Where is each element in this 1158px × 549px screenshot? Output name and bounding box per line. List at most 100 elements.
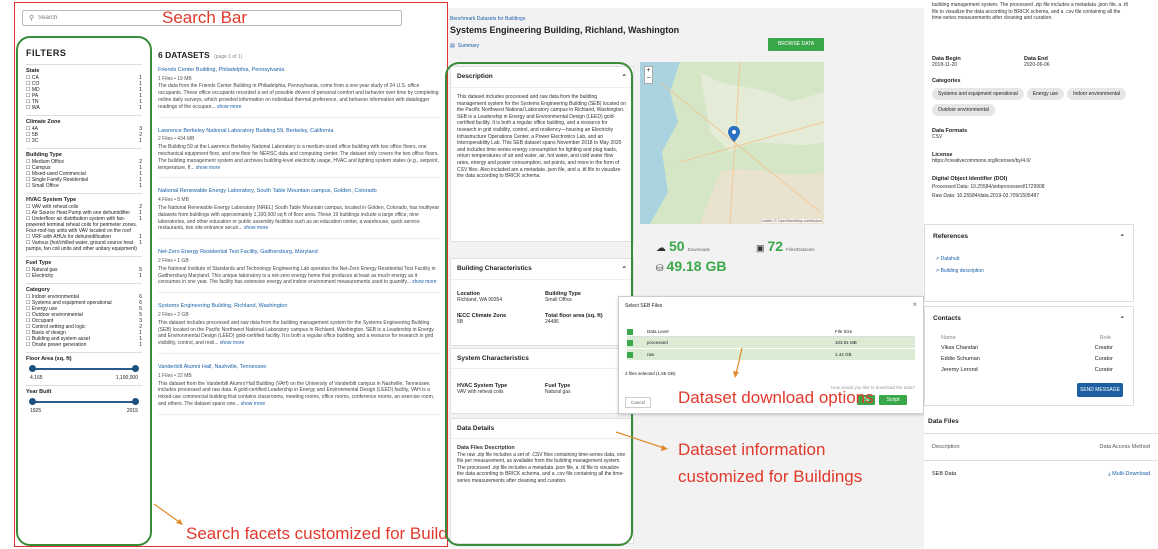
file-row[interactable]: processed 103.91 MB: [627, 337, 915, 349]
filter-group-title: HVAC System Type: [26, 197, 77, 203]
cancel-button[interactable]: Cancel: [625, 397, 652, 408]
year-built-slider[interactable]: [29, 398, 139, 406]
dataset-title-link[interactable]: Net-Zero Energy Residential Test Facilit…: [158, 249, 440, 256]
filter-option[interactable]: ☐ Various (hot/chilled water, ground sou…: [26, 240, 142, 252]
filter-floor-area: Floor Area (sq. ft) 4,165 1,100,000: [26, 352, 142, 381]
slider-max-handle[interactable]: [132, 398, 139, 405]
filter-option-count: 1: [139, 216, 142, 222]
browse-data-button[interactable]: BROWSE DATA: [768, 38, 824, 51]
slider-min-handle[interactable]: [29, 365, 36, 372]
dataset-meta: 4 Files • 8 MB: [158, 197, 189, 204]
doi-raw[interactable]: Raw Data: 10.25584/data.2019-03.709/1505…: [932, 193, 1045, 199]
floor-area-max: 1,100,000: [115, 375, 138, 381]
dataset-title-link[interactable]: Systems Engineering Building, Richland, …: [158, 303, 440, 310]
ref-datahub-link[interactable]: ↗ Datahub: [935, 253, 1123, 265]
file-row[interactable]: raw 1.44 GB: [627, 349, 915, 361]
filter-option-text: Small Office: [31, 183, 59, 189]
file-icon: ▣: [756, 243, 765, 253]
dataset-card: Net-Zero Energy Residential Test Facilit…: [158, 249, 440, 294]
ref-building-description-link[interactable]: ↗ Building description: [935, 265, 1123, 277]
dataset-stats: ☁ 50 Downloads ▣ 72 Files/Datasets ⛁ 49.…: [656, 238, 826, 282]
filter-option[interactable]: ☐ Small Office 1: [26, 183, 142, 189]
database-icon: ⛁: [656, 263, 664, 273]
filter-option[interactable]: ☐ Onsite power generation 1: [26, 342, 142, 348]
info-highlight-oval: [445, 62, 633, 546]
filter-option[interactable]: ☐ Underfloor air distribution system wit…: [26, 216, 142, 234]
show-more-link[interactable]: show more: [412, 279, 436, 285]
script-button[interactable]: Script: [879, 395, 907, 405]
checkbox-checked-icon[interactable]: [627, 351, 633, 358]
info-arrow-icon: [615, 431, 668, 451]
col-file-size: File Size: [835, 329, 853, 334]
checkbox-checked-icon[interactable]: [627, 339, 633, 346]
dataset-title-link[interactable]: Friends Center Building, Philadelphia, P…: [158, 67, 440, 74]
stat-downloads-label: Downloads: [687, 247, 710, 252]
filters-title: FILTERS: [26, 48, 67, 58]
callout-download: Dataset download options: [678, 388, 874, 407]
stat-downloads: ☁ 50 Downloads: [656, 238, 710, 254]
contact-rows: Vikas Chandan Creator Eddie Schuman Curator…: [925, 343, 1133, 376]
stat-files-value: 72: [767, 238, 784, 254]
license-value[interactable]: https://creativecommons.org/licenses/by/…: [932, 158, 1031, 164]
location-map[interactable]: + − Leaflet | © OpenStreetMap contributor…: [640, 62, 824, 224]
filter-option-label: ☐ Underfloor air distribution system wit…: [26, 216, 137, 234]
references-header[interactable]: References ⌃: [925, 225, 1133, 249]
contacts-header[interactable]: Contacts ⌃: [925, 307, 1133, 331]
stat-files-label: Files/Datasets: [786, 247, 815, 252]
category-chip: Systems and equipment operational: [932, 88, 1024, 100]
tab-summary[interactable]: ▤ Summary: [450, 43, 479, 49]
results-heading: 6 DATASETS: [158, 50, 210, 60]
filter-option[interactable]: ☐ 3C 1: [26, 138, 142, 144]
breadcrumb[interactable]: Benchmark Datasets for Buildings: [450, 16, 525, 22]
filter-group: Climate Zone ☐ 4A 3 ☐ 5B 2 ☐ 3C 1: [26, 115, 142, 144]
filter-option-label: ☐ Electricity: [26, 273, 137, 279]
dataset-description: The data from the Friends Center Buildin…: [158, 83, 440, 110]
filter-option-count: 1: [139, 342, 142, 348]
filter-group-title: Category: [26, 287, 50, 293]
dataset-title-link[interactable]: National Renewable Energy Laboratory, So…: [158, 188, 440, 195]
sidebar-intro-text: building management system. The processe…: [932, 2, 1128, 22]
show-more-link[interactable]: show more: [244, 225, 268, 231]
floor-area-slider[interactable]: [29, 365, 139, 373]
license-field: License https://creativecommons.org/licen…: [932, 152, 1031, 164]
filter-option[interactable]: ☐ WA 1: [26, 105, 142, 111]
filter-option[interactable]: ☐ Electricity 1: [26, 273, 142, 279]
dataset-description: This dataset from the Vanderbilt Alumni …: [158, 381, 440, 408]
dataset-title-link[interactable]: Lawrence Berkeley National Laboratory Bu…: [158, 128, 440, 135]
file-table-header: Data Level File Size: [627, 327, 915, 337]
year-built-max: 2015: [126, 408, 138, 414]
dataset-title-link[interactable]: Vanderbilt Alumni Hall, Nashville, Tenne…: [158, 364, 440, 371]
contacts-table-header: Name Role: [925, 331, 1133, 343]
filter-option-text: WA: [31, 105, 40, 111]
dataset-meta: 2 Files • 2 GB: [158, 311, 189, 318]
filter-option-text: Underfloor air distribution system with …: [26, 216, 138, 234]
show-more-link[interactable]: show more: [220, 340, 244, 346]
map-marker-icon[interactable]: [728, 126, 740, 142]
multi-download-link[interactable]: ⤓ Multi-Download: [1108, 471, 1150, 478]
contact-row: Jeremy Lerond Curator: [925, 365, 1133, 376]
slider-max-handle[interactable]: [132, 365, 139, 372]
dataset-description: The National Institute of Standards and …: [158, 266, 440, 286]
show-more-link[interactable]: show more: [196, 165, 220, 171]
slider-min-handle[interactable]: [29, 398, 36, 405]
contact-name: Eddie Schuman: [941, 356, 980, 362]
map-zoom-controls[interactable]: + −: [644, 66, 653, 84]
show-more-link[interactable]: show more: [241, 401, 265, 407]
filter-option-text: 3C: [31, 138, 39, 144]
filter-group: Building Type ☐ Medium Office 2 ☐ Campus 1 ☐ …: [26, 148, 142, 189]
filter-group-title: State: [26, 68, 40, 74]
doi-processed[interactable]: Processed Data: 10.25584/sebprocessed/17…: [932, 184, 1045, 190]
year-built-min: 1925: [30, 408, 42, 414]
checkbox-all[interactable]: [627, 328, 633, 335]
show-more-link[interactable]: show more: [217, 104, 241, 110]
results-list: 6 DATASETS (page 1 of 1) Friends Center …: [154, 40, 444, 540]
file-row-size: 103.91 MB: [835, 340, 857, 345]
data-formats-value: CSV: [932, 134, 943, 140]
send-message-button[interactable]: SEND MESSAGE: [1077, 383, 1123, 397]
dataset-card: National Renewable Energy Laboratory, So…: [158, 188, 440, 240]
floor-area-min: 4,165: [30, 375, 43, 381]
close-icon[interactable]: ×: [912, 300, 917, 309]
file-row-size: 1.44 GB: [835, 352, 852, 357]
contact-name: Jeremy Lerond: [941, 367, 978, 373]
filter-group: Category ☐ Indoor environmental 6 ☐ Systems…: [26, 283, 142, 348]
